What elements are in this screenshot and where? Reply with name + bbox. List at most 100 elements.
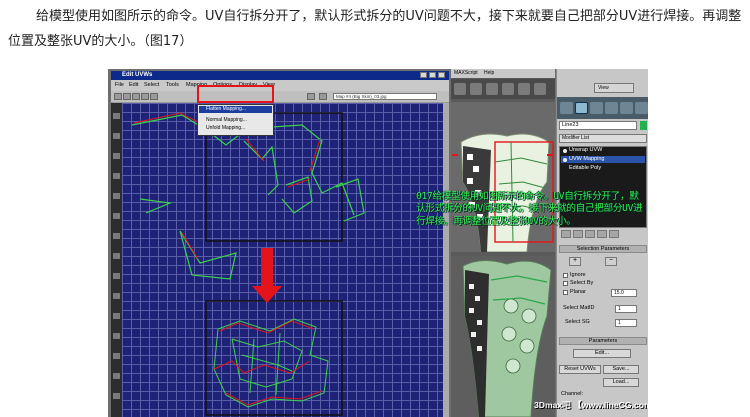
tool-icon[interactable] (113, 293, 120, 299)
model-render-bottom (462, 260, 552, 417)
window-title: Edit UVWs (122, 72, 153, 78)
edit-uvws-window: Edit UVWs File Edit Select Tools Mapping… (111, 71, 449, 417)
tool-icon[interactable] (113, 133, 120, 139)
bulb-icon[interactable] (563, 158, 567, 162)
bulb-icon[interactable] (563, 149, 567, 153)
select-matid-spinner[interactable]: 1 (615, 305, 637, 313)
tool-icon[interactable] (113, 193, 120, 199)
close-button[interactable] (438, 72, 445, 78)
toolbar-icon[interactable] (518, 83, 530, 95)
mapping-dropdown-menu: Flatten Mapping... Normal Mapping... Unf… (197, 104, 274, 136)
parameters-rollout[interactable]: Parameters (559, 337, 647, 345)
save-button[interactable]: Save... (603, 365, 639, 374)
shrink-button[interactable]: − (605, 257, 617, 266)
toolbar-icon[interactable] (534, 83, 546, 95)
perspective-viewport[interactable] (451, 102, 555, 253)
hierarchy-tab-icon[interactable] (590, 102, 603, 114)
select-sg-spinner[interactable]: 1 (615, 319, 637, 327)
tool-icon[interactable] (113, 153, 120, 159)
planar-label: Planar (570, 289, 586, 295)
make-unique-icon[interactable] (585, 230, 595, 238)
stack-item-unwrap[interactable]: Unwrap UVW (569, 147, 602, 154)
tool-icon[interactable] (113, 353, 120, 359)
tool-icon[interactable] (113, 333, 120, 339)
tool-icon[interactable] (113, 393, 120, 399)
unfold-mapping-item[interactable]: Unfold Mapping... (206, 125, 245, 131)
tool-icon[interactable] (113, 113, 120, 119)
minimize-button[interactable] (420, 72, 427, 78)
uv-scrollbar[interactable] (443, 103, 449, 417)
object-name-field[interactable]: Line23 (559, 121, 637, 130)
uv-channel-icon[interactable] (319, 93, 327, 100)
menu-edit[interactable]: Edit (129, 81, 138, 90)
ignore-checkbox[interactable] (563, 273, 568, 278)
view-dropdown[interactable]: View (594, 83, 634, 93)
edit-button[interactable]: Edit... (573, 349, 631, 358)
article-paragraph-text: 给模型使用如图所示的命令。UV自行拆分开了，默认形式拆分的UV问题不大，接下来就… (8, 9, 742, 49)
planar-angle-spinner[interactable]: 15.0 (611, 289, 637, 297)
window-titlebar: Edit UVWs (111, 71, 449, 80)
select-sg-label: Select SG (565, 319, 590, 325)
stack-item-editable-poly[interactable]: Editable Poly (569, 165, 601, 172)
viewport-area: MAXScript Help (451, 69, 555, 417)
menu-select[interactable]: Select (144, 81, 159, 90)
tool-icon[interactable] (113, 253, 120, 259)
tool-icon[interactable] (113, 213, 120, 219)
uv-tile-lower (205, 300, 343, 416)
toolbar-icon[interactable] (470, 83, 482, 95)
menu-maxscript[interactable]: MAXScript (454, 69, 478, 78)
menu-help[interactable]: Help (484, 69, 494, 78)
menu-tools[interactable]: Tools (166, 81, 179, 90)
tool-icon[interactable] (113, 273, 120, 279)
tool-icon[interactable] (113, 313, 120, 319)
utilities-tab-icon[interactable] (635, 102, 648, 114)
tool-icon[interactable] (113, 173, 120, 179)
texture-map-dropdown[interactable]: Map #4 (Big Skin)_03.jpg (333, 93, 437, 100)
grow-button[interactable]: + (569, 257, 581, 266)
motion-tab-icon[interactable] (605, 102, 618, 114)
uv-grid-canvas[interactable] (122, 103, 443, 417)
create-tab-icon[interactable] (560, 102, 573, 114)
screenshot-figure: Edit UVWs File Edit Select Tools Mapping… (108, 69, 648, 417)
article-paragraph: 给模型使用如图所示的命令。UV自行拆分开了，默认形式拆分的UV问题不大，接下来就… (8, 4, 744, 54)
planar-checkbox[interactable] (563, 290, 568, 295)
lower-viewport[interactable] (451, 256, 555, 417)
configure-sets-icon[interactable] (609, 230, 619, 238)
stack-item-uvw-mapping[interactable]: UVW Mapping (569, 156, 604, 163)
select-by-checkbox[interactable] (563, 281, 568, 286)
toolbar-icon[interactable] (454, 83, 466, 95)
toolbar-icon[interactable] (486, 83, 498, 95)
maximize-button[interactable] (429, 72, 436, 78)
modifier-list-dropdown[interactable]: Modifier List (559, 134, 647, 143)
object-color-swatch[interactable] (640, 121, 647, 130)
remove-modifier-icon[interactable] (597, 230, 607, 238)
main-toolbar (451, 79, 555, 99)
freeform-tool-icon[interactable] (141, 93, 149, 100)
viewport-menubar: MAXScript Help (451, 69, 555, 78)
load-button[interactable]: Load... (603, 378, 639, 387)
uv-toolbar: Map #4 (Big Skin)_03.jpg (111, 91, 449, 103)
watermark: 3Dmax吧 【www.lineCG.com/tieba/1771】 (534, 400, 648, 410)
command-panel-tabs (557, 97, 648, 119)
scale-tool-icon[interactable] (132, 93, 140, 100)
modify-tab-icon[interactable] (575, 102, 588, 114)
mirror-tool-icon[interactable] (150, 93, 158, 100)
flatten-mapping-item[interactable]: Flatten Mapping... (199, 106, 272, 113)
selection-parameters-rollout[interactable]: Selection Parameters (559, 245, 647, 253)
rotate-tool-icon[interactable] (123, 93, 131, 100)
move-tool-icon[interactable] (114, 93, 122, 100)
reset-uvws-button[interactable]: Reset UVWs (559, 365, 601, 374)
checker-icon[interactable] (307, 93, 315, 100)
pin-stack-icon[interactable] (561, 230, 571, 238)
toolbar-icon[interactable] (502, 83, 514, 95)
normal-mapping-item[interactable]: Normal Mapping... (206, 117, 247, 123)
tool-icon[interactable] (113, 373, 120, 379)
uv-left-toolbar (111, 103, 122, 417)
uv-shells-bottom (213, 318, 329, 408)
show-end-result-icon[interactable] (573, 230, 583, 238)
tool-icon[interactable] (113, 233, 120, 239)
uv-shells-top (131, 114, 365, 280)
uv-islands (131, 112, 365, 416)
display-tab-icon[interactable] (620, 102, 633, 114)
menu-file[interactable]: File (115, 81, 124, 90)
